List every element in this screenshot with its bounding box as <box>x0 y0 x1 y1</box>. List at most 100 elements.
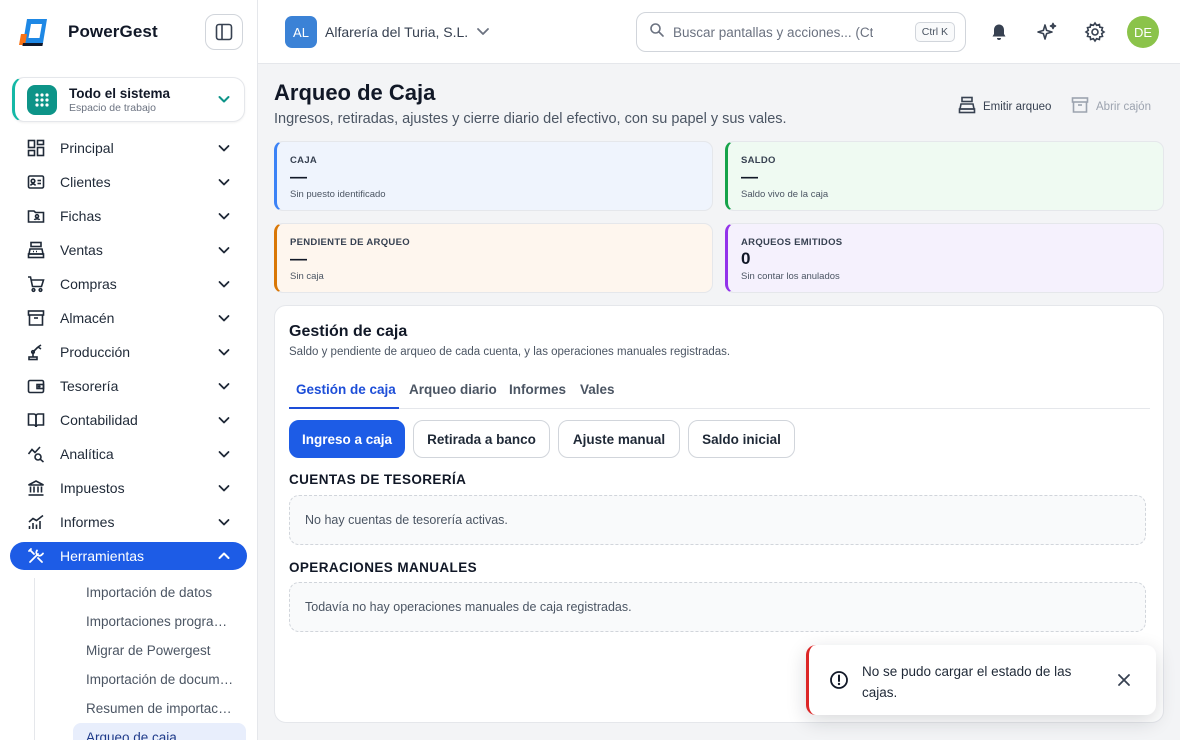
sidebar-item-informes[interactable]: Informes <box>0 505 257 539</box>
sparkles-icon[interactable] <box>1035 20 1059 44</box>
open-drawer-label: Abrir cajón <box>1096 100 1151 113</box>
sidebar-item-label: Ventas <box>60 242 103 258</box>
stat-value: 0 <box>741 249 751 268</box>
dashboard-icon <box>26 138 46 158</box>
toast-message: No se pudo cargar el estado de las cajas… <box>862 664 1072 700</box>
user-avatar[interactable]: DE <box>1127 16 1159 48</box>
ajuste-manual-button[interactable]: Ajuste manual <box>558 420 680 458</box>
wallet-icon <box>26 376 46 396</box>
sidebar-toggle-button[interactable] <box>205 14 243 50</box>
card-subtitle: Saldo y pendiente de arqueo de cada cuen… <box>289 346 731 358</box>
subnav-item-label: Migrar de Powergest <box>86 643 211 658</box>
tab-arqueo-diario[interactable]: Arqueo diario <box>409 382 497 397</box>
search-box[interactable]: Ctrl K <box>636 12 966 52</box>
topbar: AL Alfarería del Turia, S.L. Ctrl K DE <box>258 0 1180 64</box>
id-card-icon <box>26 172 46 192</box>
sidebar-panel-icon <box>215 23 233 41</box>
sidebar-item-ventas[interactable]: Ventas <box>0 233 257 267</box>
operations-empty-state: Todavía no hay operaciones manuales de c… <box>289 582 1146 632</box>
close-icon[interactable] <box>1114 670 1134 690</box>
tab-vales[interactable]: Vales <box>580 382 615 397</box>
company-avatar[interactable]: AL <box>285 16 317 48</box>
chevron-down-icon <box>216 344 232 365</box>
chevron-down-icon <box>216 276 232 297</box>
sidebar-item-label: Analítica <box>60 446 114 462</box>
bank-icon <box>26 478 46 498</box>
emit-arqueo-label: Emitir arqueo <box>983 100 1052 113</box>
emit-arqueo-button[interactable]: Emitir arqueo <box>958 96 1051 117</box>
accounts-empty-state: No hay cuentas de tesorería activas. <box>289 495 1146 545</box>
stat-card-arqueos: ARQUEOS EMITIDOS 0 Sin contar los anulad… <box>725 223 1164 293</box>
cash-register-icon <box>26 240 46 260</box>
stat-value: — <box>290 249 307 268</box>
archive-box-icon <box>1071 96 1089 117</box>
search-shortcut-badge: Ctrl K <box>914 22 955 42</box>
stat-label: SALDO <box>741 155 776 166</box>
open-drawer-button[interactable]: Abrir cajón <box>1071 96 1151 117</box>
sidebar-item-label: Informes <box>60 514 115 530</box>
search-icon <box>649 22 665 43</box>
app-name: PowerGest <box>68 22 158 41</box>
sidebar-item-label: Herramientas <box>60 548 145 564</box>
sidebar-item-produccion[interactable]: Producción <box>0 335 257 369</box>
stat-label: CAJA <box>290 155 318 166</box>
sidebar-item-label: Compras <box>60 276 117 292</box>
subnav-item-importacion-documentos[interactable]: Importación de documentos <box>0 665 257 694</box>
sidebar-item-contabilidad[interactable]: Contabilidad <box>0 403 257 437</box>
chevron-down-icon <box>216 446 232 467</box>
error-toast: No se pudo cargar el estado de las cajas… <box>806 645 1156 715</box>
sidebar-item-clientes[interactable]: Clientes <box>0 165 257 199</box>
subnav-item-importacion-datos[interactable]: Importación de datos <box>0 578 257 607</box>
workspace-title: Todo el sistema <box>69 85 171 101</box>
subnav-item-importaciones-programadas[interactable]: Importaciones programadas <box>0 607 257 636</box>
sidebar-item-label: Impuestos <box>60 480 125 496</box>
sidebar-item-principal[interactable]: Principal <box>0 131 257 165</box>
bell-icon[interactable] <box>987 20 1011 44</box>
sidebar-item-label: Contabilidad <box>60 412 138 428</box>
cash-register-icon <box>958 96 976 117</box>
chevron-down-icon <box>216 140 232 161</box>
sidebar-item-fichas[interactable]: Fichas <box>0 199 257 233</box>
chevron-down-icon[interactable] <box>474 22 492 45</box>
chevron-down-icon <box>216 242 232 263</box>
archive-box-icon <box>26 308 46 328</box>
saldo-inicial-button[interactable]: Saldo inicial <box>688 420 795 458</box>
chevron-down-icon <box>216 480 232 501</box>
workspace-selector[interactable]: Todo el sistema Espacio de trabajo <box>12 77 245 122</box>
stat-card-pendiente: PENDIENTE DE ARQUEO — Sin caja <box>274 223 713 293</box>
subnav-item-arqueo-caja[interactable]: Arqueo de caja <box>73 723 246 740</box>
sidebar-item-analitica[interactable]: Analítica <box>0 437 257 471</box>
subnav-item-migrar-powergest[interactable]: Migrar de Powergest <box>0 636 257 665</box>
workspace-subtitle: Espacio de trabajo <box>69 101 156 114</box>
section-heading-operaciones: OPERACIONES MANUALES <box>289 560 478 575</box>
sidebar-item-almacen[interactable]: Almacén <box>0 301 257 335</box>
subnav-item-label: Importación de datos <box>86 585 213 600</box>
herramientas-subnav: Importación de datos Importaciones progr… <box>0 578 257 740</box>
gear-icon[interactable] <box>1083 20 1107 44</box>
company-name[interactable]: Alfarería del Turia, S.L. <box>325 24 468 40</box>
sidebar-item-tesoreria[interactable]: Tesorería <box>0 369 257 403</box>
chevron-down-icon <box>216 310 232 331</box>
tab-informes[interactable]: Informes <box>509 382 566 397</box>
active-tab-indicator <box>289 407 399 409</box>
book-open-icon <box>26 410 46 430</box>
sidebar-item-herramientas[interactable]: Herramientas <box>10 542 247 570</box>
chevron-down-icon <box>216 412 232 433</box>
chevron-up-icon <box>216 548 232 569</box>
stat-note: Saldo vivo de la caja <box>741 189 829 200</box>
stat-value: — <box>290 167 307 186</box>
tab-gestion-caja[interactable]: Gestión de caja <box>296 382 396 397</box>
subnav-item-resumen-importaciones[interactable]: Resumen de importaciones <box>0 694 257 723</box>
subnav-item-label: Arqueo de caja <box>86 730 177 740</box>
subnav-item-label: Resumen de importaciones <box>86 701 234 716</box>
tools-icon <box>26 546 46 566</box>
sidebar-item-compras[interactable]: Compras <box>0 267 257 301</box>
cart-icon <box>26 274 46 294</box>
sidebar-item-impuestos[interactable]: Impuestos <box>0 471 257 505</box>
search-input[interactable] <box>673 24 873 40</box>
bar-chart-icon <box>26 512 46 532</box>
stat-note: Sin puesto identificado <box>290 189 386 200</box>
ingreso-caja-button[interactable]: Ingreso a caja <box>289 420 405 458</box>
chevron-down-icon <box>216 514 232 535</box>
retirada-banco-button[interactable]: Retirada a banco <box>413 420 550 458</box>
